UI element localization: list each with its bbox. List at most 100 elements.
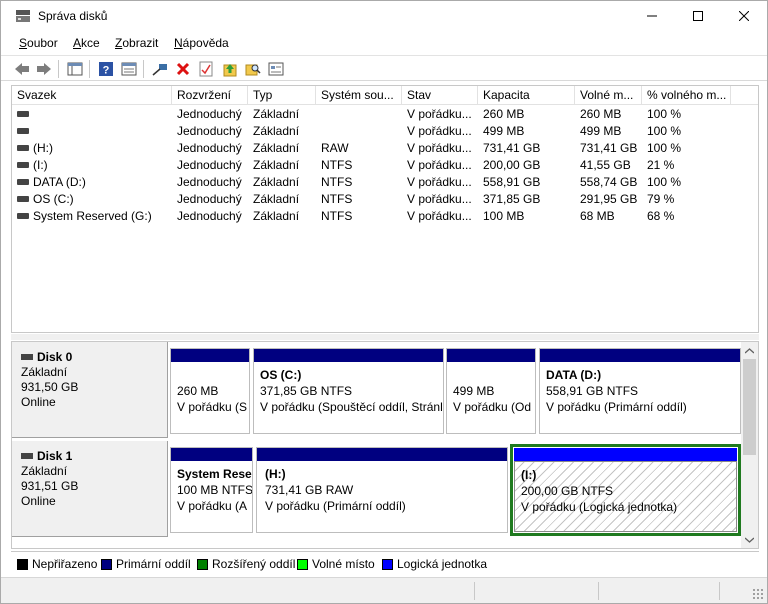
delete-icon <box>176 62 190 76</box>
partition-data-d[interactable]: DATA (D:) 558,91 GB NTFS V pořádku (Prim… <box>539 348 741 434</box>
table-row[interactable]: OS (C:) Jednoduchý Základní NTFS V pořád… <box>12 191 758 208</box>
disk-icon <box>21 452 33 459</box>
legend-swatch <box>197 559 208 570</box>
partition-name: DATA (D:) <box>546 368 602 382</box>
cell-procento: 68 % <box>647 209 675 223</box>
chevron-up-icon <box>745 347 754 353</box>
partition-size: 499 MB <box>453 384 495 398</box>
partition-system-reserved[interactable]: System Rese 100 MB NTFS V pořádku (A <box>170 447 253 533</box>
table-row[interactable]: System Reserved (G:) Jednoduchý Základní… <box>12 208 758 225</box>
column-header-volne[interactable]: Volné m... <box>575 86 642 105</box>
cell-procento: 100 % <box>647 175 682 189</box>
cell-volne: 291,95 GB <box>580 192 638 206</box>
partition-status: V pořádku (Logická jednotka) <box>521 500 678 514</box>
disk-0-label[interactable]: Disk 0 Základní 931,50 GB Online <box>12 342 168 438</box>
minimize-button[interactable] <box>629 1 675 31</box>
disk-1-label[interactable]: Disk 1 Základní 931,51 GB Online <box>12 441 168 537</box>
disk-status: Online <box>21 494 56 508</box>
disk-icon <box>21 353 33 360</box>
forward-arrow-icon <box>37 63 51 75</box>
cell-procento: 100 % <box>647 141 682 155</box>
scroll-down-button[interactable] <box>741 531 758 548</box>
disk-name: Disk 1 <box>37 449 73 463</box>
cell-rozvrzeni: Jednoduchý <box>177 107 242 121</box>
cell-procento: 100 % <box>647 124 682 138</box>
partition-size: 371,85 GB NTFS <box>260 384 353 398</box>
cell-system: NTFS <box>321 158 353 172</box>
back-button[interactable] <box>12 59 32 79</box>
column-header-system[interactable]: Systém sou... <box>316 86 402 105</box>
scroll-thumb[interactable] <box>743 359 756 455</box>
menu-akce[interactable]: Akce <box>73 36 100 50</box>
help-button[interactable]: ? <box>96 59 116 79</box>
cell-rozvrzeni: Jednoduchý <box>177 192 242 206</box>
partition-name: System Rese <box>177 467 252 481</box>
list-view-button[interactable] <box>266 59 286 79</box>
cell-system <box>316 123 402 140</box>
cell-volne: 260 MB <box>580 107 622 121</box>
column-header-rozvrzeni[interactable]: Rozvržení <box>172 86 248 105</box>
table-row[interactable]: (I:) Jednoduchý Základní NTFS V pořádku.… <box>12 157 758 174</box>
partition-i[interactable]: (I:) 200,00 GB NTFS V pořádku (Logická j… <box>514 448 737 532</box>
menu-soubor[interactable]: Soubor <box>19 36 58 50</box>
pane-splitter[interactable] <box>11 334 759 340</box>
column-header-kapacita[interactable]: Kapacita <box>478 86 575 105</box>
status-separator <box>474 582 475 600</box>
cell-rozvrzeni: Jednoduchý <box>177 209 242 223</box>
search-folder-button[interactable] <box>243 59 263 79</box>
table-row[interactable]: DATA (D:) Jednoduchý Základní NTFS V poř… <box>12 174 758 191</box>
connect-icon <box>152 64 167 76</box>
partition-size: 200,00 GB NTFS <box>521 484 614 498</box>
cell-kapacita: 499 MB <box>483 124 525 138</box>
cell-kapacita: 558,91 GB <box>483 175 541 189</box>
menu-napoveda[interactable]: Nápověda <box>174 36 229 50</box>
primary-partition-bar <box>171 349 249 362</box>
partition-status: V pořádku (S <box>177 400 248 414</box>
disk-type: Základní <box>21 365 68 379</box>
partition-disk0-3[interactable]: 499 MB V pořádku (Od <box>446 348 536 434</box>
column-header-typ[interactable]: Typ <box>248 86 316 105</box>
properties-button[interactable] <box>119 59 139 79</box>
cell-svazek: (I:) <box>12 157 172 174</box>
cell-volne: 41,55 GB <box>580 158 631 172</box>
close-button[interactable] <box>721 1 767 31</box>
maximize-button[interactable] <box>675 1 721 31</box>
status-bar <box>1 577 767 603</box>
table-row[interactable]: Jednoduchý Základní V pořádku... 499 MB … <box>12 123 758 140</box>
folder-up-button[interactable] <box>220 59 240 79</box>
menu-zobrazit[interactable]: Zobrazit <box>115 36 158 50</box>
volume-icon <box>17 161 29 168</box>
cell-stav: V pořádku... <box>407 209 472 223</box>
partition-disk0-1[interactable]: 260 MB V pořádku (S <box>170 348 250 434</box>
volume-icon <box>17 195 29 202</box>
partition-h[interactable]: (H:) 731,41 GB RAW V pořádku (Primární o… <box>256 447 508 533</box>
delete-button[interactable] <box>173 59 193 79</box>
status-separator <box>719 582 720 600</box>
disk-panel-scrollbar[interactable] <box>741 342 758 548</box>
console-tree-button[interactable] <box>65 59 85 79</box>
partition-body: 260 MB V pořádku (S <box>171 362 249 433</box>
check-button[interactable] <box>196 59 216 79</box>
column-header-svazek[interactable]: Svazek <box>12 86 172 105</box>
connect-button[interactable] <box>150 59 170 79</box>
partition-os-c[interactable]: OS (C:) 371,85 GB NTFS V pořádku (Spoušt… <box>253 348 444 434</box>
resize-grip[interactable] <box>752 588 764 600</box>
primary-partition-bar <box>447 349 535 362</box>
cell-svazek: System Reserved (G:) <box>12 208 172 225</box>
table-row[interactable]: (H:) Jednoduchý Základní RAW V pořádku..… <box>12 140 758 157</box>
chevron-down-icon <box>745 537 754 543</box>
legend: Nepřiřazeno Primární oddíl Rozšířený odd… <box>11 551 759 573</box>
cell-rozvrzeni: Jednoduchý <box>177 158 242 172</box>
scroll-up-button[interactable] <box>741 342 758 359</box>
table-row[interactable]: Jednoduchý Základní V pořádku... 260 MB … <box>12 106 758 123</box>
cell-kapacita: 731,41 GB <box>483 141 541 155</box>
help-icon: ? <box>99 62 113 77</box>
forward-button[interactable] <box>34 59 54 79</box>
cell-volne: 499 MB <box>580 124 622 138</box>
cell-volne: 731,41 GB <box>580 141 638 155</box>
column-header-procento[interactable]: % volného m... <box>642 86 731 105</box>
column-header-stav[interactable]: Stav <box>402 86 478 105</box>
cell-stav: V pořádku... <box>407 175 472 189</box>
cell-kapacita: 100 MB <box>483 209 525 223</box>
primary-partition-bar <box>254 349 443 362</box>
